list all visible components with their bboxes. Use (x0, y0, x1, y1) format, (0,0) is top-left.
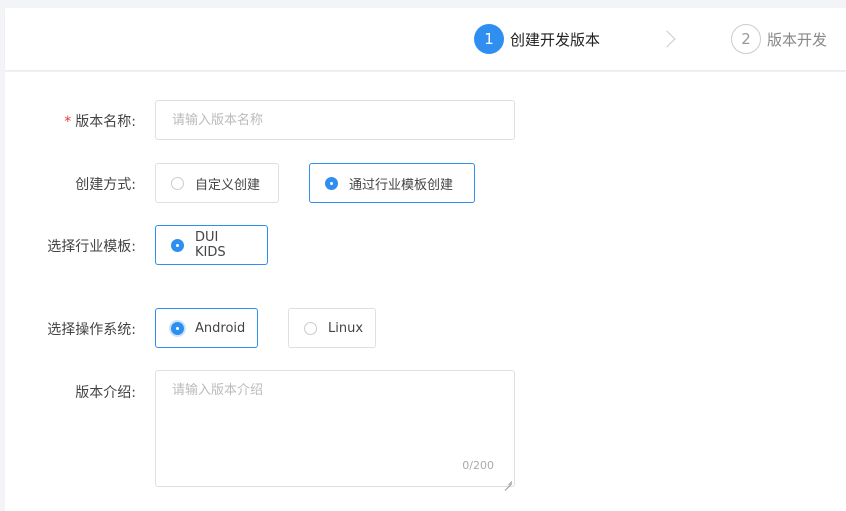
radio-custom-create[interactable]: 自定义创建 (155, 163, 279, 203)
radio-android[interactable]: Android (155, 308, 258, 348)
step-1-number: 1 (474, 24, 504, 54)
operating-system-label: 选择操作系统: (47, 322, 136, 338)
steps-bar: 1 创建开发版本 2 版本开发 (5, 8, 846, 70)
radio-android-label: Android (195, 320, 246, 336)
radio-dui-kids-label: DUI KIDS (195, 230, 226, 260)
version-intro-textarea[interactable] (156, 371, 514, 486)
radio-dui-kids[interactable]: DUI KIDS (155, 225, 268, 265)
step-2: 2 版本开发 (731, 24, 827, 54)
version-name-label: * 版本名称: (64, 111, 136, 131)
step-2-label: 版本开发 (767, 30, 828, 49)
chevron-right-icon (658, 30, 676, 48)
step-1-label: 创建开发版本 (510, 30, 601, 49)
industry-template-label: 选择行业模板: (47, 239, 136, 255)
step-1: 1 创建开发版本 (474, 24, 600, 54)
version-intro-field: 0/200 (155, 370, 515, 487)
step-2-number: 2 (731, 24, 761, 54)
radio-circle-icon (171, 176, 184, 190)
radio-linux[interactable]: Linux (288, 308, 376, 348)
radio-template-create-label: 通过行业模板创建 (349, 177, 454, 193)
required-mark: * (64, 114, 72, 130)
char-counter: 0/200 (462, 459, 494, 472)
version-intro-label: 版本介绍: (75, 385, 136, 401)
radio-checked-icon (325, 176, 338, 190)
radio-checked-icon (171, 238, 184, 252)
radio-template-create[interactable]: 通过行业模板创建 (309, 163, 475, 203)
version-name-input[interactable] (155, 100, 515, 140)
radio-linux-label: Linux (328, 320, 364, 336)
radio-custom-create-label: 自定义创建 (195, 177, 261, 193)
radio-circle-icon (304, 321, 317, 335)
resize-handle-icon[interactable] (504, 476, 512, 484)
radio-checked-icon (171, 321, 184, 335)
version-name-label-text: 版本名称: (75, 114, 136, 130)
create-method-label: 创建方式: (75, 177, 136, 193)
